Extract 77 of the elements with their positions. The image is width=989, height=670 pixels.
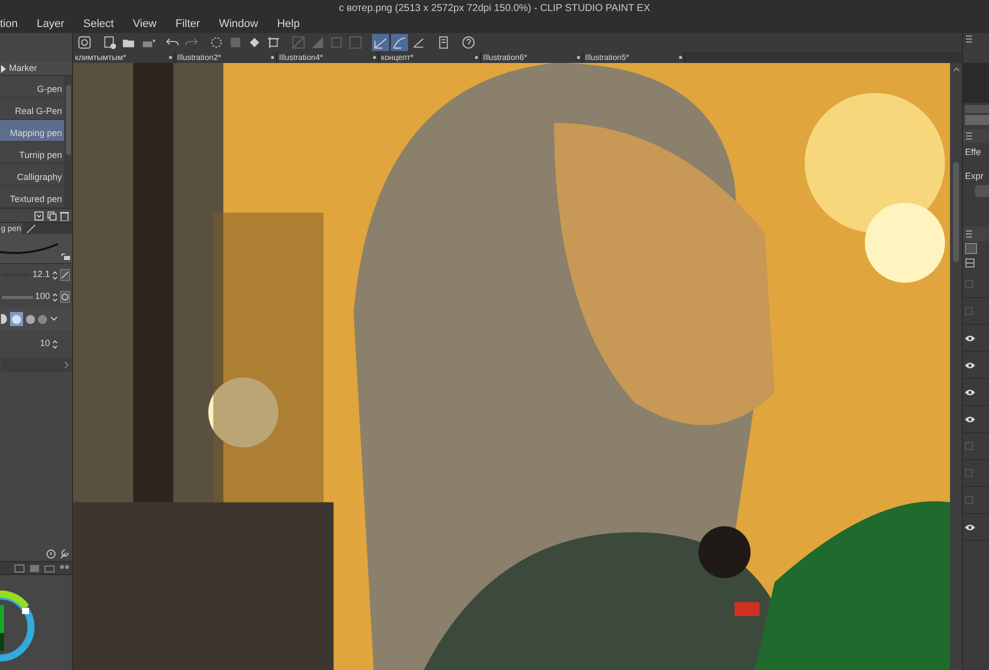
chevron-up-icon[interactable]: [952, 67, 960, 72]
trash-icon[interactable]: [60, 210, 69, 220]
eye-icon[interactable]: [965, 362, 975, 368]
expression-label: Expr: [965, 170, 985, 183]
pen-icon[interactable]: [26, 224, 36, 234]
diagonal-icon: [291, 35, 306, 50]
menu-item[interactable]: Filter: [176, 16, 200, 33]
menu-item[interactable]: View: [132, 16, 157, 33]
sub-tool-group-label: Marker: [9, 62, 38, 75]
square-icon: [329, 35, 344, 50]
expression-color-button[interactable]: [975, 185, 989, 197]
eye-icon[interactable]: [965, 524, 975, 530]
chevron-down-icon[interactable]: [50, 316, 58, 322]
menu-item[interactable]: Window: [218, 16, 258, 33]
curve-ruler-icon: [392, 35, 407, 50]
scrollbar-thumb[interactable]: [953, 162, 959, 262]
eye-icon[interactable]: [965, 416, 975, 422]
menu-item[interactable]: Help: [277, 16, 300, 33]
document-tab[interactable]: климтымтым*: [73, 52, 175, 63]
pressure-icon[interactable]: [60, 269, 70, 281]
menu-item[interactable]: Select: [83, 16, 114, 33]
spinner-icon[interactable]: [52, 292, 58, 302]
tool-property-tab[interactable]: g pen: [0, 223, 22, 234]
toolbar-button[interactable]: [265, 34, 282, 51]
scrollbar[interactable]: [64, 76, 72, 208]
blend-mode-icon[interactable]: [965, 242, 977, 254]
toolbar-button[interactable]: [76, 34, 93, 51]
panel-tab-icon[interactable]: [44, 564, 55, 572]
visibility-toggle[interactable]: [965, 469, 973, 477]
visibility-toggle[interactable]: [965, 496, 973, 504]
document-tab[interactable]: концепт*: [379, 52, 481, 63]
square-icon: [348, 35, 363, 50]
document-tab[interactable]: Illustration5*: [583, 52, 685, 63]
visibility-toggle[interactable]: [965, 442, 973, 450]
help-icon: [461, 35, 476, 50]
toolbar-button[interactable]: [460, 34, 477, 51]
curve-swatch: [965, 115, 989, 125]
triangle-icon: [310, 35, 325, 50]
chevron-right-icon[interactable]: [64, 361, 69, 369]
sub-tool-item[interactable]: Mapping pen: [0, 120, 64, 142]
dotted-circle-icon: [209, 35, 224, 50]
effect-label: Effe: [965, 146, 982, 159]
menu-icon[interactable]: [965, 132, 973, 140]
window-title: с вотер.png (2513 x 2572px 72dpi 150.0%) - CLIP STUDIO PAINT EX: [338, 2, 650, 16]
document-tab[interactable]: Illustration2*: [175, 52, 277, 63]
opacity-value[interactable]: 100: [34, 290, 50, 304]
navigator-icon: [77, 35, 92, 50]
eye-icon[interactable]: [965, 388, 975, 396]
brush-size-value[interactable]: 12.1: [32, 268, 50, 282]
new-file-icon: [102, 35, 117, 50]
spinner-icon[interactable]: [52, 270, 58, 280]
crop-icon: [266, 35, 281, 50]
stabilization-value[interactable]: 10: [40, 337, 50, 351]
menu-icon[interactable]: [965, 35, 973, 43]
menu-item[interactable]: Layer: [36, 16, 64, 33]
document-tab[interactable]: Illustration6*: [481, 52, 583, 63]
eye-icon[interactable]: [965, 334, 975, 342]
spinner-icon[interactable]: [52, 340, 58, 348]
document-tab[interactable]: Illustration4*: [277, 52, 379, 63]
visibility-toggle[interactable]: [965, 307, 973, 315]
visibility-toggle[interactable]: [965, 280, 973, 288]
toolbar-button[interactable]: [372, 34, 389, 51]
stroke-preview-drawing: [0, 242, 60, 256]
fill-icon: [247, 35, 262, 50]
lock-icon[interactable]: [61, 253, 70, 260]
download-icon[interactable]: [34, 210, 44, 220]
curve-swatch: [965, 105, 989, 113]
brush-tip-option[interactable]: [1, 314, 7, 324]
info-icon[interactable]: [46, 549, 56, 559]
panel-tab-icon[interactable]: [29, 564, 40, 572]
layer-icon[interactable]: [965, 258, 975, 268]
menu-item[interactable]: tion: [0, 16, 18, 33]
panel-tab-icon[interactable]: [14, 564, 25, 572]
square-icon: [228, 35, 243, 50]
menu-icon[interactable]: [965, 230, 973, 238]
toolbar-button[interactable]: [391, 34, 408, 51]
duplicate-icon[interactable]: [47, 210, 57, 220]
